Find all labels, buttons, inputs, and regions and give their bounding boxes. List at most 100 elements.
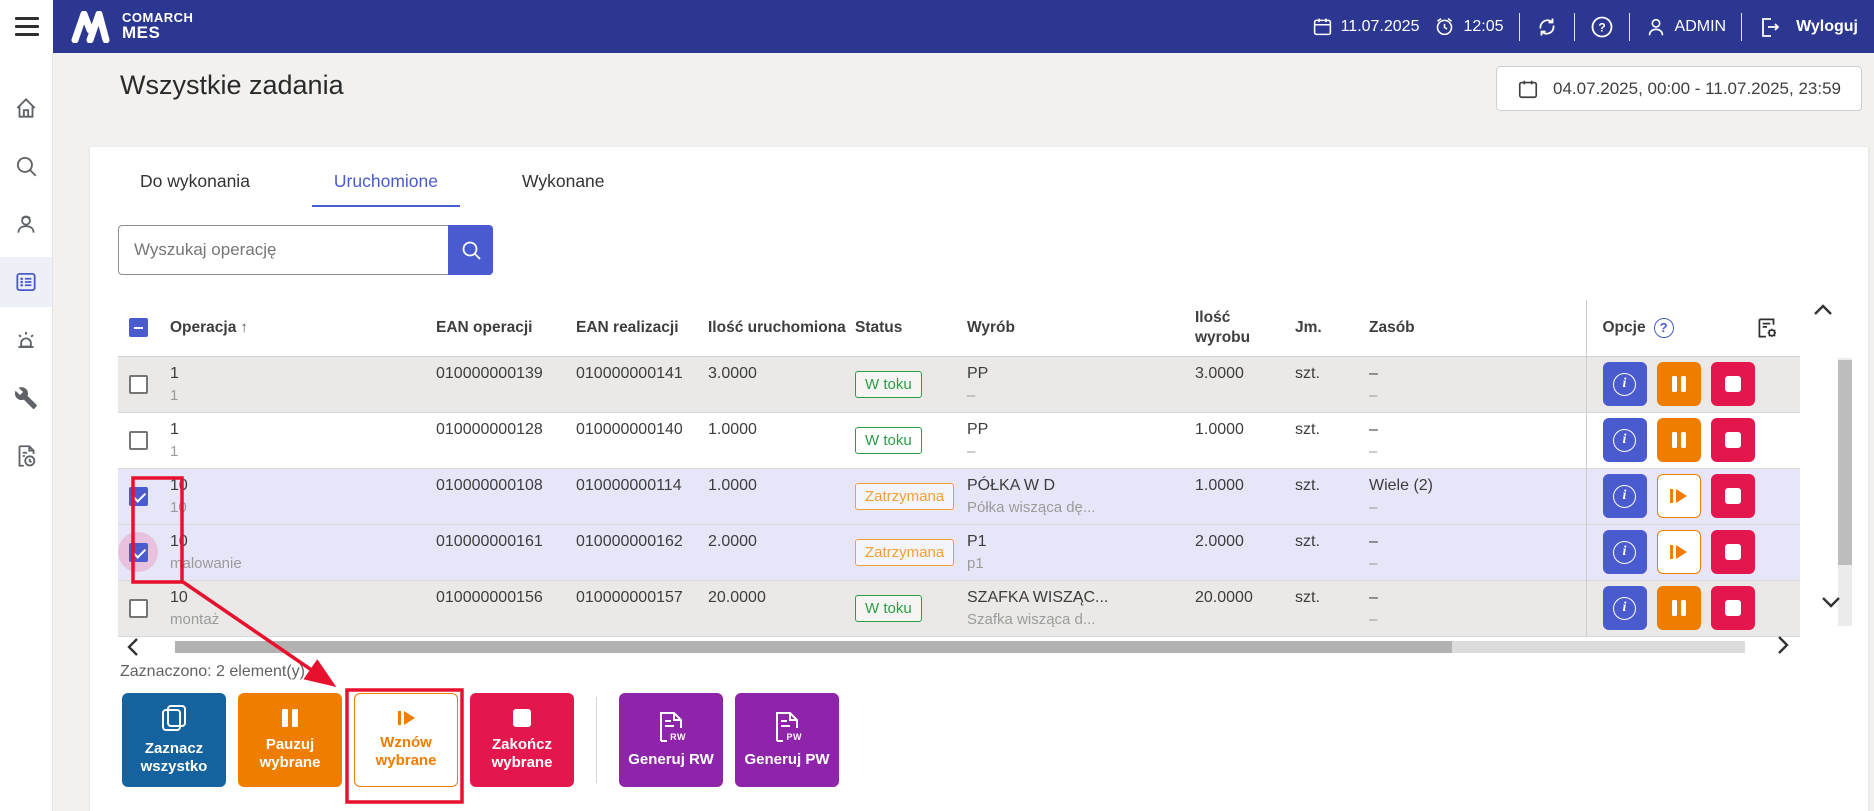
select-all-checkbox[interactable] [129,318,148,337]
table-settings-icon[interactable] [1754,315,1780,341]
date-range-picker[interactable]: 04.07.2025, 00:00 - 11.07.2025, 23:59 [1496,66,1862,111]
col-status[interactable]: Status [855,300,967,356]
table-row: 11 010000000128 010000000140 1.0000 W to… [118,412,1800,468]
vertical-scrollbar-thumb[interactable] [1838,360,1852,565]
row-checkbox[interactable] [129,431,148,450]
pause-icon [1672,432,1686,448]
tab-wykonane[interactable]: Wykonane [500,163,627,207]
cell-operacja: 10 [170,533,188,550]
scroll-down-icon[interactable] [1816,591,1846,613]
svg-text:?: ? [1598,20,1605,34]
row-checkbox[interactable] [129,543,148,562]
row-checkbox[interactable] [129,599,148,618]
vertical-scrollbar[interactable] [1838,358,1852,626]
info-button[interactable]: i [1603,474,1647,518]
col-ean-realizacji[interactable]: EAN realizacji [576,300,708,356]
date-range-value: 04.07.2025, 00:00 - 11.07.2025, 23:59 [1553,79,1841,99]
tab-do-wykonania[interactable]: Do wykonania [118,163,272,207]
info-button[interactable]: i [1603,418,1647,462]
sidebar-item-home[interactable] [0,83,52,133]
select-all-icon [161,705,187,731]
sidebar-item-employees[interactable] [0,199,52,249]
info-icon: i [1613,373,1636,396]
tasks-table: Operacja↑ EAN operacji EAN realizacji Il… [118,300,1800,637]
cell-zasob: – [1369,533,1378,550]
cell-ilosc-uruchomiona: 1.0000 [708,412,855,468]
cell-zasob-sub: – [1369,555,1578,572]
scroll-left-icon[interactable] [122,633,144,661]
select-all-button[interactable]: Zaznacz wszystko [122,693,226,787]
stop-icon [1725,376,1741,392]
resume-selected-button[interactable]: Wznów wybrane [354,693,458,787]
options-help-icon[interactable]: ? [1654,318,1674,338]
alarm-clock-icon [1434,16,1455,37]
sidebar-item-search[interactable] [0,141,52,191]
stop-button[interactable] [1711,418,1755,462]
generate-rw-button[interactable]: RW Generuj RW [619,693,723,787]
stop-icon [1725,600,1741,616]
sidebar-item-tools[interactable] [0,373,52,423]
user-menu[interactable]: ADMIN [1645,16,1727,38]
topbar: COMARCH MES 11.07.2025 12:05 ? ADMIN Wyl [0,0,1874,53]
info-button[interactable]: i [1603,530,1647,574]
cell-ean-realizacji: 010000000141 [576,356,708,412]
pause-resume-button[interactable] [1657,474,1701,518]
generate-pw-button[interactable]: PW Generuj PW [735,693,839,787]
finish-selected-button[interactable]: Zakończ wybrane [470,693,574,787]
sidebar [0,53,53,811]
col-wyrob[interactable]: Wyrób [967,300,1195,356]
brand-product: MES [122,24,193,42]
horizontal-scrollbar-thumb[interactable] [175,641,1452,653]
table-row: 10montaż 010000000156 010000000157 20.00… [118,580,1800,636]
col-zasob[interactable]: Zasób [1369,300,1586,356]
stop-icon [1725,488,1741,504]
col-jm[interactable]: Jm. [1295,300,1369,356]
scroll-up-icon[interactable] [1808,299,1838,321]
brand-name: COMARCH [122,11,193,25]
pause-resume-button[interactable] [1657,362,1701,406]
cell-ean-operacji: 010000000139 [436,356,576,412]
user-icon [1645,16,1667,38]
stop-button[interactable] [1711,474,1755,518]
comarch-logo-icon [70,11,112,43]
col-ilosc-uruchomiona[interactable]: Ilość uruchomiona [708,300,855,356]
refresh-button[interactable] [1535,15,1559,39]
cell-zasob-sub: – [1369,443,1578,460]
scroll-right-icon[interactable] [1772,631,1794,659]
pause-resume-button[interactable] [1657,586,1701,630]
col-ilosc-wyrobu[interactable]: Ilość wyrobu [1195,300,1295,356]
cell-operacja-sub: 10 [170,499,428,516]
cell-wyrob-sub: Szafka wisząca d... [967,611,1187,628]
search-button[interactable] [448,225,493,275]
stop-button[interactable] [1711,586,1755,630]
logout-button[interactable] [1757,15,1781,39]
stop-button[interactable] [1711,530,1755,574]
cell-ean-operacji: 010000000161 [436,524,576,580]
pause-resume-button[interactable] [1657,418,1701,462]
resume-icon [1670,489,1687,503]
cell-ilosc-wyrobu: 20.0000 [1195,580,1295,636]
cell-wyrob: PÓŁKA W D [967,477,1055,494]
col-ean-operacji[interactable]: EAN operacji [436,300,576,356]
info-button[interactable]: i [1603,586,1647,630]
sidebar-item-tasks[interactable] [0,257,52,307]
sidebar-item-alarms[interactable] [0,315,52,365]
tabs: Do wykonania Uruchomione Wykonane [118,163,627,207]
hamburger-menu-button[interactable] [0,0,53,53]
horizontal-scrollbar[interactable] [175,641,1745,653]
tab-uruchomione[interactable]: Uruchomione [312,163,460,207]
help-button[interactable]: ? [1590,15,1614,39]
pause-selected-button[interactable]: Pauzuj wybrane [238,693,342,787]
info-button[interactable]: i [1603,362,1647,406]
row-checkbox[interactable] [129,375,148,394]
row-checkbox[interactable] [129,487,148,506]
stop-button[interactable] [1711,362,1755,406]
document-clock-icon [13,443,39,469]
pause-resume-button[interactable] [1657,530,1701,574]
col-operacja[interactable]: Operacja [170,319,236,336]
search-input[interactable] [118,225,448,275]
logout-label[interactable]: Wyloguj [1796,18,1858,36]
sidebar-item-reports[interactable] [0,431,52,481]
cell-ean-realizacji: 010000000140 [576,412,708,468]
info-icon: i [1613,541,1636,564]
